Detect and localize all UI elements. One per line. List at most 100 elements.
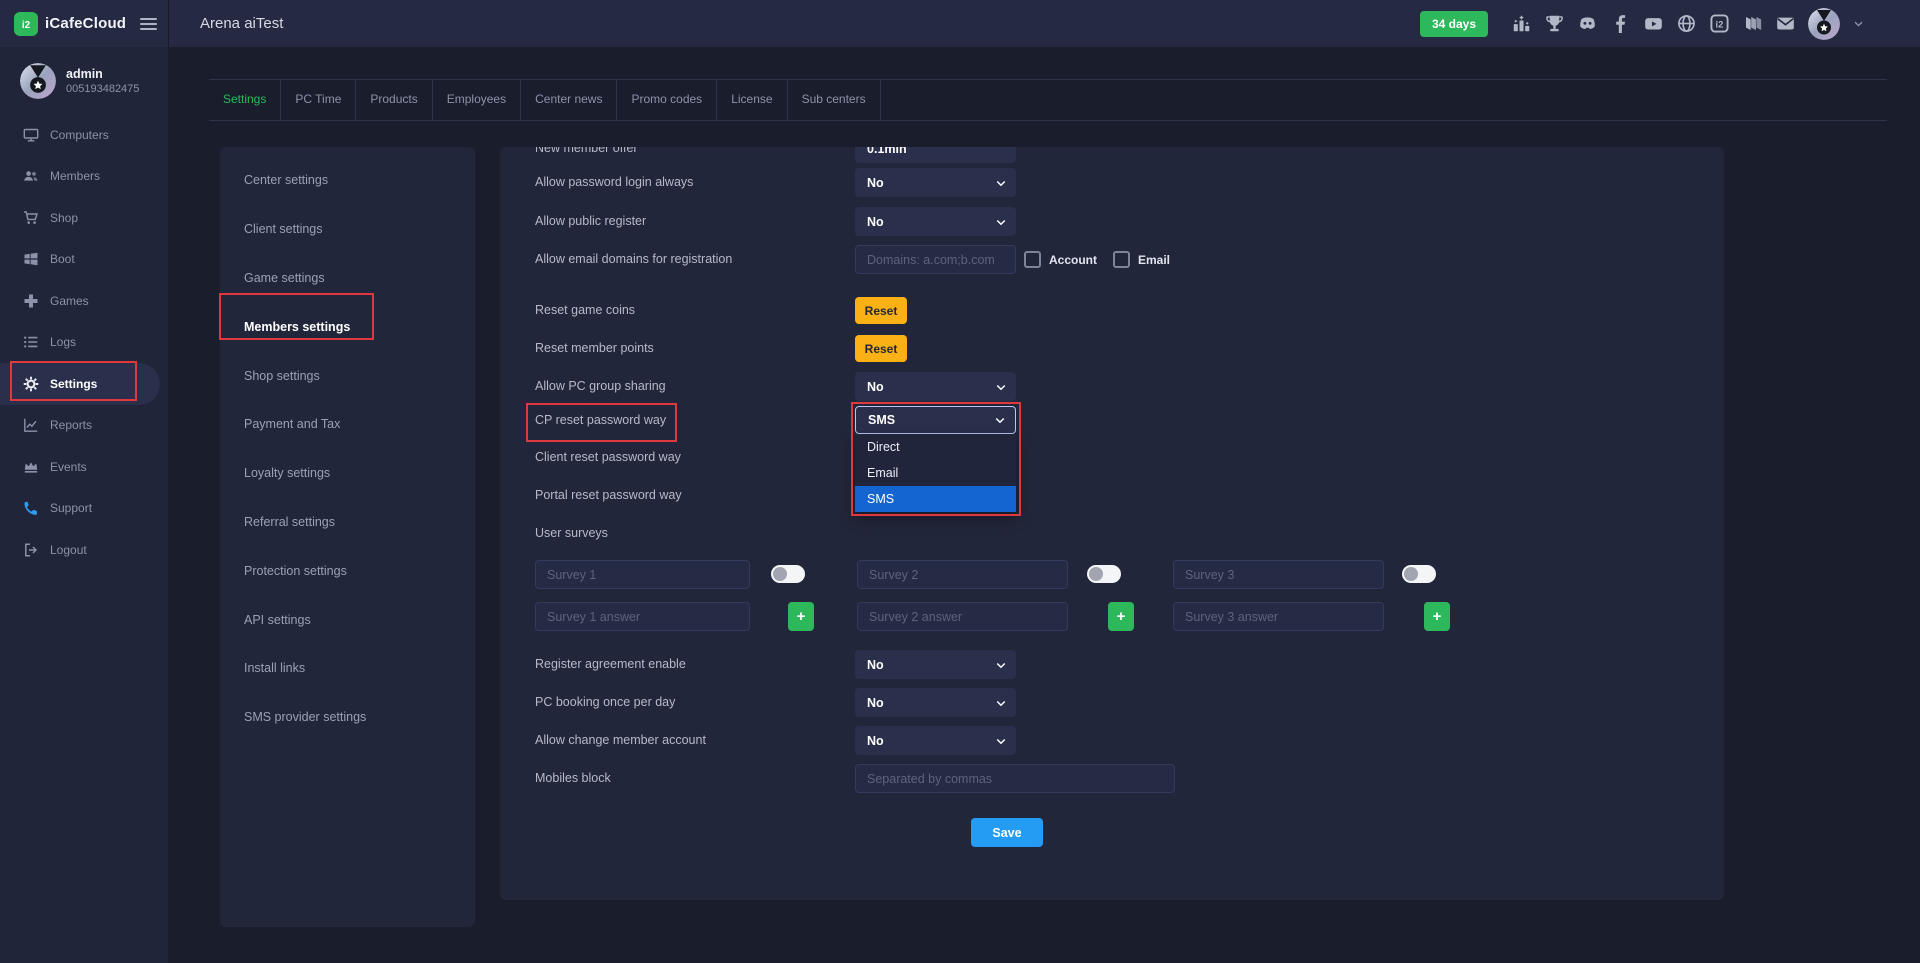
field-label: Allow email domains for registration: [535, 245, 732, 274]
tab-center-news[interactable]: Center news: [521, 80, 617, 120]
submenu-item-referral-settings[interactable]: Referral settings: [220, 498, 475, 547]
icafecloud-icon[interactable]: i2: [1709, 14, 1729, 34]
account-checkbox[interactable]: [1024, 251, 1041, 268]
survey-2-toggle[interactable]: [1087, 565, 1121, 583]
option-sms[interactable]: SMS: [855, 486, 1016, 512]
survey-3-input[interactable]: [1173, 560, 1384, 589]
form-row-register-agreement: Register agreement enable No: [535, 650, 1704, 679]
tab-employees[interactable]: Employees: [433, 80, 521, 120]
survey-1-toggle[interactable]: [771, 565, 805, 583]
mobiles-block-input[interactable]: [855, 764, 1175, 793]
survey-2-input[interactable]: [857, 560, 1068, 589]
submenu-item-protection-settings[interactable]: Protection settings: [220, 546, 475, 595]
field-label: Allow change member account: [535, 726, 706, 755]
submenu-item-client-settings[interactable]: Client settings: [220, 205, 475, 254]
chevron-down-icon: [995, 659, 1007, 671]
mail-icon[interactable]: [1775, 14, 1795, 34]
sidebar-item-logout[interactable]: Logout: [0, 529, 168, 571]
add-survey-3-answer-button[interactable]: +: [1424, 602, 1450, 631]
add-survey-2-answer-button[interactable]: +: [1108, 602, 1134, 631]
svg-text:i2: i2: [1715, 20, 1723, 31]
hamburger-menu-icon[interactable]: [140, 18, 157, 30]
field-label: User surveys: [535, 519, 608, 548]
globe-icon[interactable]: [1676, 14, 1696, 34]
field-label: Reset member points: [535, 334, 654, 363]
license-days-badge[interactable]: 34 days: [1420, 11, 1488, 37]
reset-member-points-button[interactable]: Reset: [855, 335, 907, 362]
user-avatar[interactable]: [1808, 8, 1840, 40]
field-label: Client reset password way: [535, 443, 681, 472]
ranking-icon[interactable]: [1511, 14, 1531, 34]
submenu-item-shop-settings[interactable]: Shop settings: [220, 351, 475, 400]
sidebar-item-support[interactable]: Support: [0, 488, 168, 530]
layers-icon[interactable]: [1742, 14, 1762, 34]
submenu-item-members-settings[interactable]: Members settings: [220, 302, 475, 351]
tab-pc-time[interactable]: PC Time: [281, 80, 356, 120]
sidebar-item-reports[interactable]: Reports: [0, 405, 168, 447]
field-label: Reset game coins: [535, 296, 635, 325]
user-info[interactable]: admin 005193482475: [20, 63, 139, 99]
submenu-item-center-settings[interactable]: Center settings: [220, 156, 475, 205]
youtube-icon[interactable]: [1643, 14, 1663, 34]
submenu-item-payment-and-tax[interactable]: Payment and Tax: [220, 400, 475, 449]
discord-icon[interactable]: [1577, 14, 1597, 34]
sidebar-item-computers[interactable]: Computers: [0, 114, 168, 156]
sidebar-item-label: Support: [50, 501, 92, 515]
sidebar-item-boot[interactable]: Boot: [0, 239, 168, 281]
allow-change-member-account-select[interactable]: No: [855, 726, 1016, 755]
tab-promo-codes[interactable]: Promo codes: [617, 80, 717, 120]
register-agreement-select[interactable]: No: [855, 650, 1016, 679]
svg-text:i2: i2: [22, 19, 31, 30]
survey-1-input[interactable]: [535, 560, 750, 589]
top-bar: i2 iCafeCloud Arena aiTest 34 days: [0, 0, 1920, 47]
cp-reset-password-way-select[interactable]: SMS: [855, 406, 1016, 434]
allow-password-login-select[interactable]: No: [855, 168, 1016, 197]
submenu-item-install-links[interactable]: Install links: [220, 644, 475, 693]
option-email[interactable]: Email: [855, 460, 1016, 486]
gear-icon: [22, 375, 39, 392]
sidebar-item-games[interactable]: Games: [0, 280, 168, 322]
tab-sub-centers[interactable]: Sub centers: [788, 80, 881, 120]
form-row-pc-booking: PC booking once per day No: [535, 688, 1704, 717]
survey-1-answer-input[interactable]: [535, 602, 750, 631]
save-button[interactable]: Save: [971, 818, 1043, 847]
email-checkbox[interactable]: [1113, 251, 1130, 268]
reset-game-coins-button[interactable]: Reset: [855, 297, 907, 324]
sidebar-item-members[interactable]: Members: [0, 156, 168, 198]
brand-name: iCafeCloud: [45, 15, 126, 32]
facebook-icon[interactable]: [1610, 14, 1630, 34]
email-domains-input[interactable]: [855, 245, 1016, 274]
option-direct[interactable]: Direct: [855, 434, 1016, 460]
chart-icon: [22, 417, 39, 434]
field-label: PC booking once per day: [535, 688, 675, 717]
submenu-item-api-settings[interactable]: API settings: [220, 595, 475, 644]
pc-booking-select[interactable]: No: [855, 688, 1016, 717]
tab-products[interactable]: Products: [356, 80, 432, 120]
sidebar: admin 005193482475 Computers Members Sho…: [0, 47, 168, 963]
sidebar-item-shop[interactable]: Shop: [0, 197, 168, 239]
user-menu-chevron-icon[interactable]: [1853, 18, 1864, 29]
allow-public-register-select[interactable]: No: [855, 207, 1016, 236]
sidebar-item-label: Games: [50, 294, 89, 308]
chevron-down-icon: [995, 177, 1007, 189]
icafecloud-app: i2 iCafeCloud Arena aiTest 34 days: [0, 0, 1920, 963]
survey-3-toggle[interactable]: [1402, 565, 1436, 583]
sidebar-item-logs[interactable]: Logs: [0, 322, 168, 364]
trophy-icon[interactable]: [1544, 14, 1564, 34]
new-member-offer-select[interactable]: 0.1min: [855, 147, 1016, 163]
monitor-icon: [22, 126, 39, 143]
add-survey-1-answer-button[interactable]: +: [788, 602, 814, 631]
field-label: CP reset password way: [535, 406, 666, 435]
phone-icon: [22, 500, 39, 517]
sidebar-item-events[interactable]: Events: [0, 446, 168, 488]
tab-license[interactable]: License: [717, 80, 787, 120]
submenu-item-sms-provider-settings[interactable]: SMS provider settings: [220, 693, 475, 742]
survey-2-answer-input[interactable]: [857, 602, 1068, 631]
tab-settings[interactable]: Settings: [209, 80, 281, 120]
submenu-item-game-settings[interactable]: Game settings: [220, 254, 475, 303]
members-settings-form: New member offer 0.1min Allow password l…: [500, 147, 1724, 900]
sidebar-item-settings[interactable]: Settings: [0, 363, 160, 405]
allow-pc-group-sharing-select[interactable]: No: [855, 372, 1016, 401]
submenu-item-loyalty-settings[interactable]: Loyalty settings: [220, 449, 475, 498]
survey-3-answer-input[interactable]: [1173, 602, 1384, 631]
